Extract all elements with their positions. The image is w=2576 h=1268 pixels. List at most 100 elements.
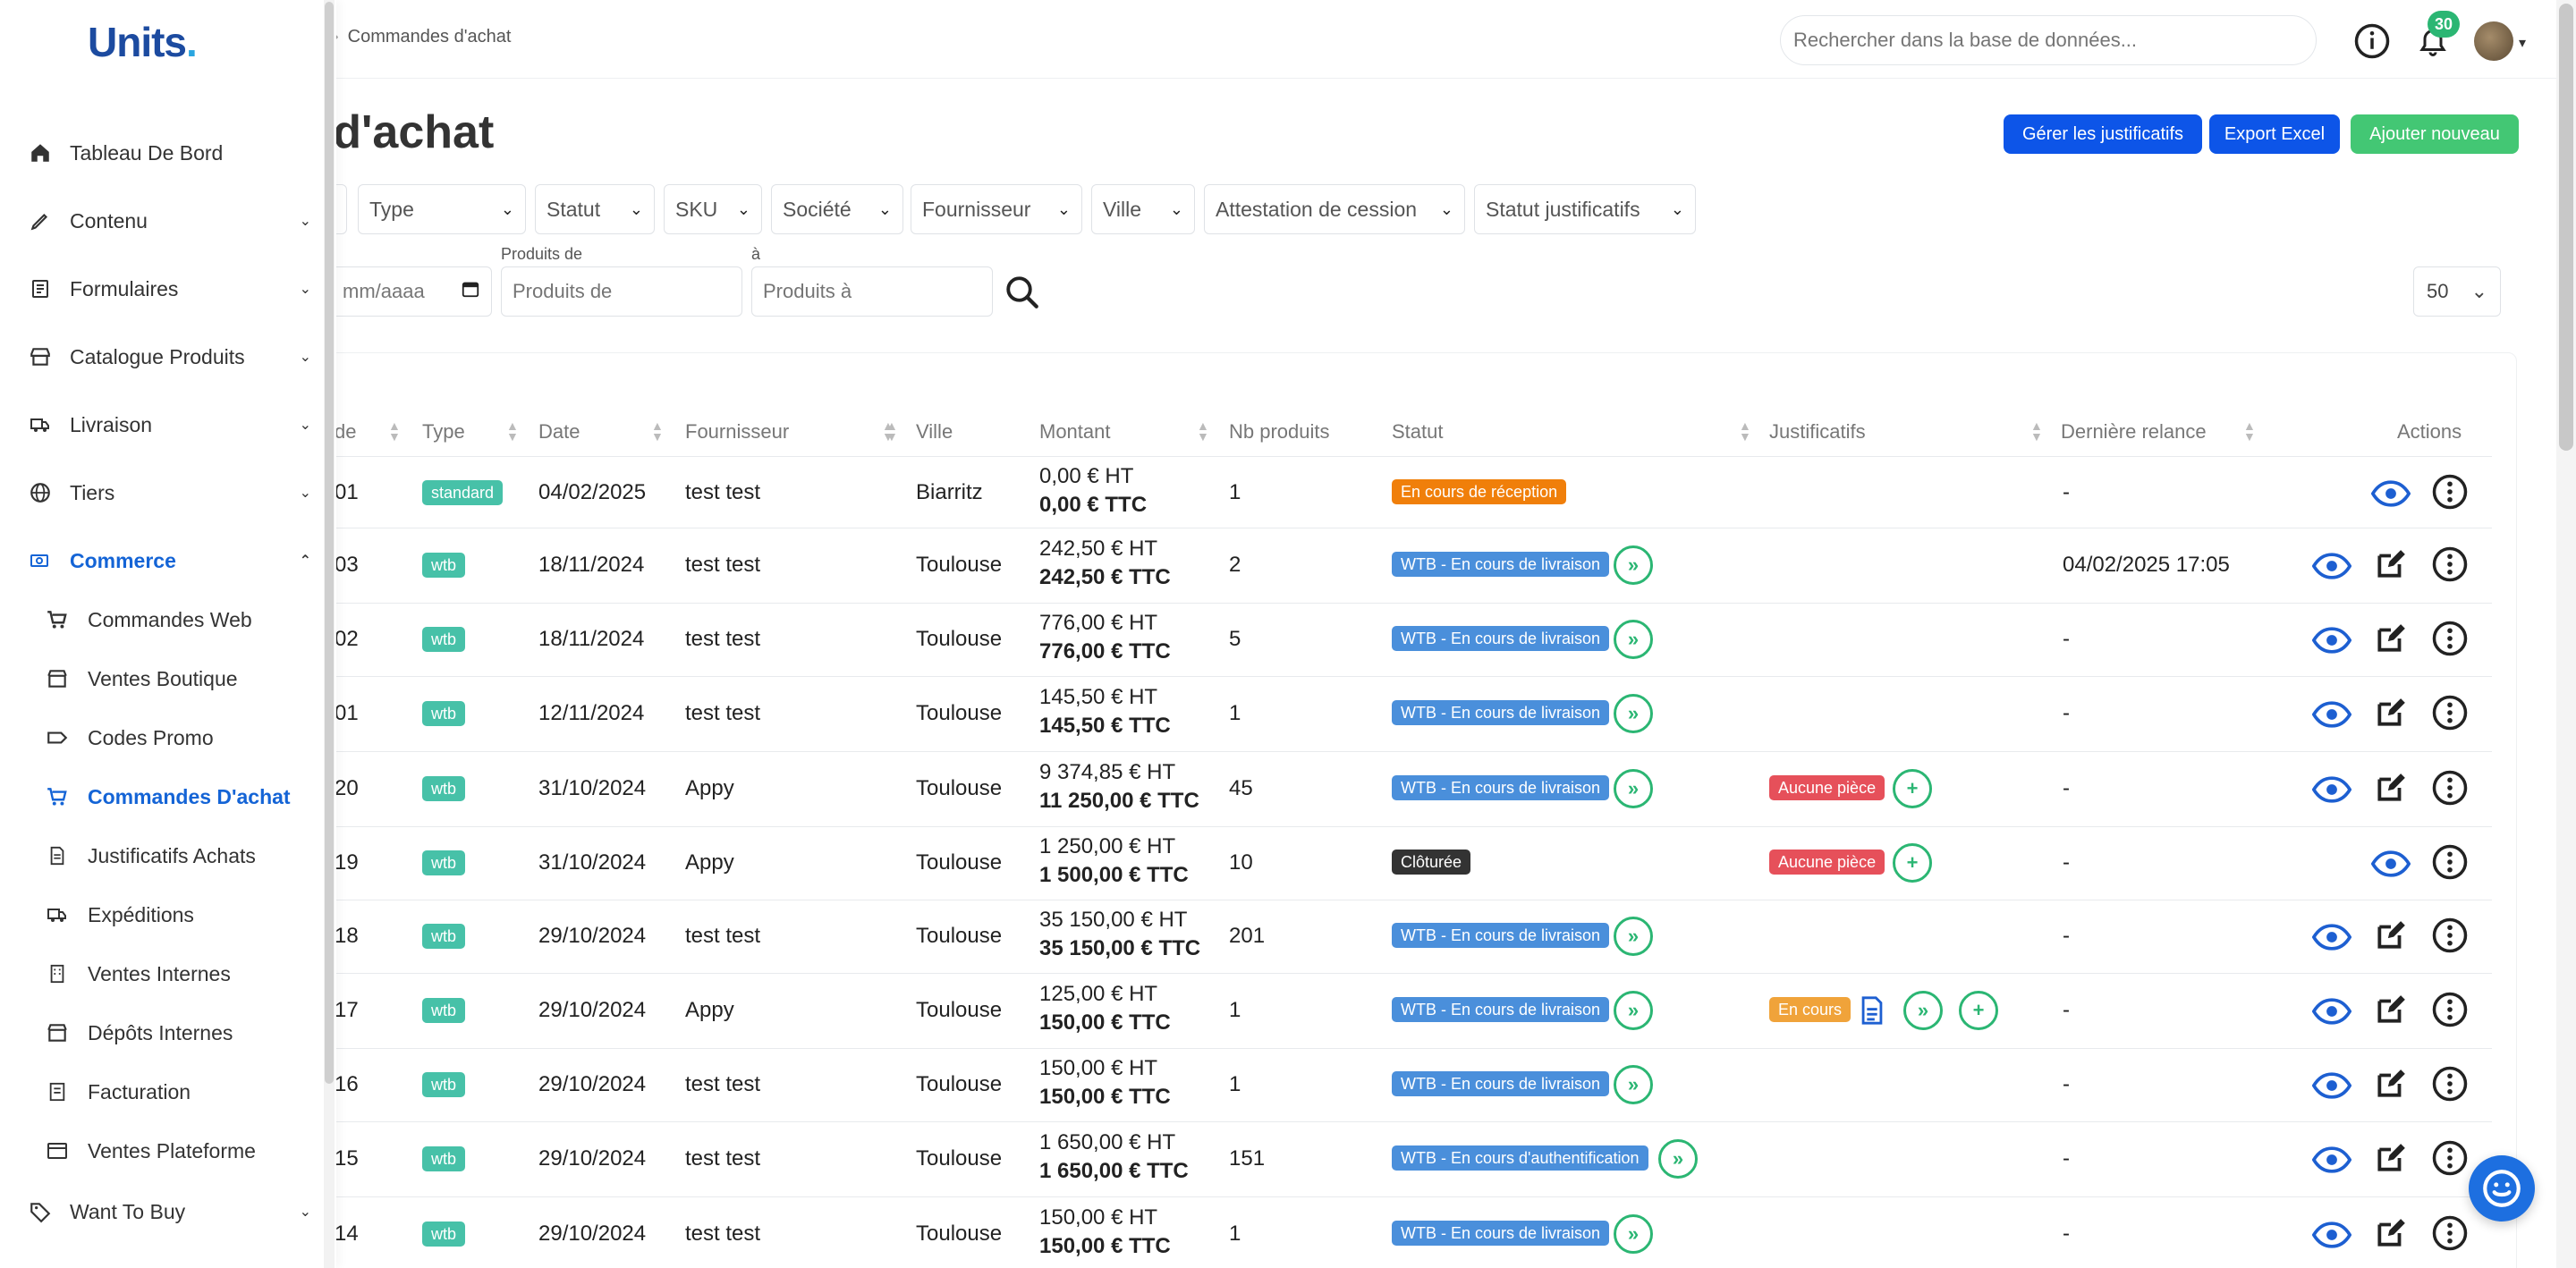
sidebar-subitem-exp-ditions[interactable]: Expéditions xyxy=(43,892,311,937)
column-header-reminder[interactable]: Dernière relance xyxy=(2061,420,2207,444)
view-eye-icon[interactable] xyxy=(2311,991,2352,1032)
search-input[interactable] xyxy=(1780,15,2317,65)
filter-supplier[interactable]: Fournisseur ⌄ xyxy=(911,184,1082,234)
sidebar-subitem-d-p-ts-internes[interactable]: Dépôts Internes xyxy=(43,1010,311,1055)
add-doc-icon[interactable]: + xyxy=(1893,769,1932,808)
column-header-actions[interactable]: Actions xyxy=(2397,420,2462,444)
search-icon[interactable] xyxy=(1002,272,1043,313)
advance-status-icon[interactable]: » xyxy=(1614,545,1653,585)
more-options-icon[interactable] xyxy=(2429,1137,2470,1179)
advance-status-icon[interactable]: » xyxy=(1614,917,1653,956)
view-eye-icon[interactable] xyxy=(2311,545,2352,587)
add-doc-icon[interactable]: + xyxy=(1959,991,1998,1030)
view-eye-icon[interactable] xyxy=(2311,1139,2352,1180)
document-icon[interactable] xyxy=(1852,990,1893,1031)
more-options-icon[interactable] xyxy=(2429,767,2470,808)
cell-code[interactable]: 14 xyxy=(335,1222,359,1247)
more-options-icon[interactable] xyxy=(2429,1213,2470,1254)
view-eye-icon[interactable] xyxy=(2311,694,2352,735)
more-options-icon[interactable] xyxy=(2429,989,2470,1030)
column-header-amount[interactable]: Montant xyxy=(1039,420,1111,444)
edit-icon[interactable] xyxy=(2370,915,2411,956)
cell-code[interactable]: 17 xyxy=(335,998,359,1023)
sidebar-subitem-commandes-web[interactable]: Commandes Web xyxy=(43,597,311,642)
column-header-supplier[interactable]: Fournisseur xyxy=(685,420,789,444)
filter-status[interactable]: Statut ⌄ xyxy=(535,184,655,234)
edit-icon[interactable] xyxy=(2370,544,2411,585)
edit-icon[interactable] xyxy=(2370,618,2411,659)
sort-icon[interactable]: ▲ ▼ xyxy=(1739,419,1751,443)
sidebar-subitem-justificatifs-achats[interactable]: Justificatifs Achats xyxy=(43,833,311,878)
column-header-count[interactable]: Nb produits xyxy=(1229,420,1330,444)
cell-code[interactable]: 02 xyxy=(335,627,359,652)
column-header-type[interactable]: Type xyxy=(422,420,465,444)
cell-code[interactable]: 15 xyxy=(335,1146,359,1171)
edit-icon[interactable] xyxy=(2370,989,2411,1030)
chat-button[interactable] xyxy=(2469,1155,2535,1222)
edit-icon[interactable] xyxy=(2370,767,2411,808)
advance-status-icon[interactable]: » xyxy=(1614,1214,1653,1254)
advance-status-icon[interactable]: » xyxy=(1614,620,1653,659)
add-new-button[interactable]: Ajouter nouveau xyxy=(2351,114,2519,154)
cell-code[interactable]: 03 xyxy=(335,553,359,578)
sort-icon[interactable]: ▲ ▼ xyxy=(651,419,664,443)
column-header-date[interactable]: Date xyxy=(538,420,580,444)
sidebar-item-want-to-buy[interactable]: Want To Buy ⌄ xyxy=(25,1189,320,1234)
sidebar-subitem-codes-promo[interactable]: Codes Promo xyxy=(43,715,311,760)
sidebar-item-livraison[interactable]: Livraison ⌄ xyxy=(25,402,320,447)
calendar-icon[interactable] xyxy=(461,279,480,304)
cell-code[interactable]: 01 xyxy=(335,701,359,726)
edit-icon[interactable] xyxy=(2370,1063,2411,1104)
sort-icon[interactable]: ▲ ▼ xyxy=(388,419,401,443)
sidebar-item-tableau-de-bord[interactable]: Tableau De Bord xyxy=(25,131,320,175)
column-header-code[interactable]: de xyxy=(335,420,356,444)
sidebar-item-contenu[interactable]: Contenu ⌄ xyxy=(25,199,320,243)
more-options-icon[interactable] xyxy=(2429,692,2470,733)
advance-status-icon[interactable]: » xyxy=(1614,991,1653,1030)
per-page-select[interactable]: 50 ⌄ xyxy=(2413,266,2501,317)
products-from-input[interactable] xyxy=(501,266,742,317)
sidebar-item-commerce[interactable]: Commerce ⌃ xyxy=(25,538,320,583)
view-eye-icon[interactable] xyxy=(2311,1214,2352,1255)
sidebar-item-tiers[interactable]: Tiers ⌄ xyxy=(25,470,320,515)
sidebar-subitem-ventes-plateforme[interactable]: Ventes Plateforme xyxy=(43,1129,311,1173)
advance-doc-icon[interactable]: » xyxy=(1903,991,1943,1030)
sidebar-subitem-commandes-d-achat[interactable]: Commandes D'achat xyxy=(43,774,311,819)
sort-icon[interactable]: ▲ ▼ xyxy=(2243,419,2256,443)
sort-icon[interactable]: ▲ ▼ xyxy=(886,419,898,443)
add-doc-icon[interactable]: + xyxy=(1893,843,1932,883)
filter-sku[interactable]: SKU ⌄ xyxy=(664,184,762,234)
more-options-icon[interactable] xyxy=(2429,544,2470,585)
more-options-icon[interactable] xyxy=(2429,915,2470,956)
column-header-status[interactable]: Statut xyxy=(1392,420,1443,444)
filter-docs-status[interactable]: Statut justificatifs ⌄ xyxy=(1474,184,1696,234)
advance-status-icon[interactable]: » xyxy=(1658,1139,1698,1179)
sidebar-subitem-ventes-internes[interactable]: Ventes Internes xyxy=(43,951,311,996)
edit-icon[interactable] xyxy=(2370,1137,2411,1179)
more-options-icon[interactable] xyxy=(2429,1063,2470,1104)
filter-attestation[interactable]: Attestation de cession ⌄ xyxy=(1204,184,1465,234)
cell-code[interactable]: 20 xyxy=(335,776,359,801)
more-options-icon[interactable] xyxy=(2429,471,2470,512)
cell-code[interactable]: 18 xyxy=(335,924,359,949)
view-eye-icon[interactable] xyxy=(2311,769,2352,810)
sidebar-item-catalogue-produits[interactable]: Catalogue Produits ⌄ xyxy=(25,334,320,379)
filter-type[interactable]: Type ⌄ xyxy=(358,184,526,234)
more-options-icon[interactable] xyxy=(2429,841,2470,883)
logo[interactable]: Units. xyxy=(88,18,198,66)
column-header-docs[interactable]: Justificatifs xyxy=(1769,420,1866,444)
sort-icon[interactable]: ▲ ▼ xyxy=(1197,419,1209,443)
view-eye-icon[interactable] xyxy=(2311,1065,2352,1106)
export-excel-button[interactable]: Export Excel xyxy=(2209,114,2340,154)
advance-status-icon[interactable]: » xyxy=(1614,769,1653,808)
view-eye-icon[interactable] xyxy=(2311,917,2352,958)
sidebar-scrollbar-thumb[interactable] xyxy=(325,2,334,1084)
more-options-icon[interactable] xyxy=(2429,618,2470,659)
column-header-city[interactable]: Ville xyxy=(916,420,953,444)
sort-icon[interactable]: ▲ ▼ xyxy=(2030,419,2043,443)
advance-status-icon[interactable]: » xyxy=(1614,1065,1653,1104)
cell-code[interactable]: 16 xyxy=(335,1072,359,1097)
page-scrollbar-thumb[interactable] xyxy=(2559,4,2573,451)
view-eye-icon[interactable] xyxy=(2370,843,2411,884)
manage-docs-button[interactable]: Gérer les justificatifs xyxy=(2004,114,2202,154)
